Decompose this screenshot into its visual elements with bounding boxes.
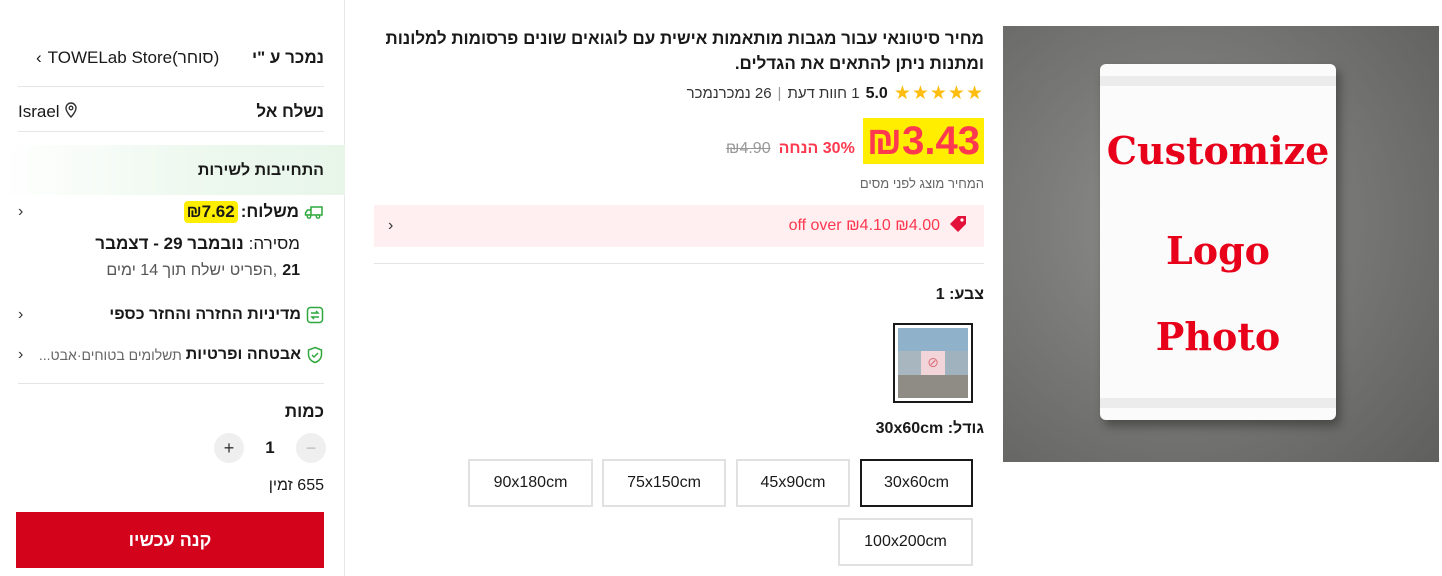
- shield-check-icon: [306, 346, 324, 364]
- image-text-photo: Photo: [1155, 314, 1281, 359]
- original-price: ₪4.90: [725, 140, 771, 157]
- color-label: צבע: 1: [935, 286, 984, 303]
- towel-image: Customize Logo Photo: [1100, 64, 1336, 420]
- image-text-customize: Customize: [1106, 128, 1330, 173]
- ship-to-row[interactable]: נשלח אל Israel: [18, 98, 324, 126]
- ship-to-location[interactable]: Israel: [18, 101, 78, 123]
- coupon-tag-icon: [948, 215, 968, 238]
- store-link[interactable]: ‹ TOWELab Store(סוחר): [36, 48, 219, 68]
- ship-to-value: Israel: [18, 102, 60, 121]
- buy-now-button[interactable]: קנה עכשיו: [16, 512, 324, 568]
- divider: [18, 131, 324, 132]
- divider: [18, 86, 324, 87]
- chevron-left-icon: ‹: [18, 306, 24, 323]
- chevron-left-icon: ‹: [18, 203, 24, 220]
- swatch-thumbnail: ⊘: [898, 328, 968, 398]
- current-price: ₪3.43: [862, 118, 984, 164]
- return-policy-label: מדיניות החזרה והחזר כספי: [109, 306, 301, 323]
- size-option[interactable]: 45x90cm: [736, 459, 850, 507]
- discount-badge: 30% הנחה: [778, 140, 855, 157]
- star-icon: ★★★★★: [893, 83, 984, 104]
- shipping-cost: ₪7.62: [183, 201, 238, 223]
- price-row: ₪3.43 30% הנחה ₪4.90: [726, 118, 984, 164]
- ships-within: ,הפריט ישלח תוך 14 ימים: [106, 262, 278, 279]
- service-commitment: התחייבות לשירות: [18, 158, 324, 184]
- reviews-link[interactable]: 1 חוות דעת: [787, 85, 859, 102]
- no-image-icon: ⊘: [921, 351, 945, 375]
- product-image[interactable]: Customize Logo Photo: [1003, 26, 1439, 462]
- increase-button[interactable]: +: [214, 433, 244, 463]
- service-commitment-title: התחייבות לשירות: [197, 162, 324, 179]
- product-info: מחיר סיטונאי עבור מגבות מותאמות אישית עם…: [374, 0, 984, 576]
- location-pin-icon: [64, 101, 78, 123]
- security-detail: תשלומים בטוחים·אבט...: [38, 347, 182, 363]
- seller-row[interactable]: נמכר ע "י ‹ TOWELab Store(סוחר): [18, 44, 324, 72]
- delivery-detail-row: 21 ,הפריט ישלח תוך 14 ימים: [18, 259, 324, 283]
- delivery-range: נובמבר 29 - דצמבר: [95, 234, 244, 253]
- delivery-row: מסירה: נובמבר 29 - דצמבר: [18, 232, 324, 256]
- color-swatch[interactable]: ⊘: [893, 323, 973, 403]
- size-option[interactable]: 30x60cm: [860, 459, 973, 507]
- shipping-row[interactable]: משלוח: ₪7.62 ‹: [18, 198, 324, 226]
- size-option[interactable]: 75x150cm: [602, 459, 726, 507]
- store-name: TOWELab Store(סוחר): [47, 48, 220, 67]
- shipping-label: משלוח:: [240, 202, 299, 221]
- ship-to-label: נשלח אל: [256, 102, 324, 121]
- security-label: אבטחה ופרטיות: [185, 346, 301, 363]
- delivery-day: 21: [282, 262, 300, 279]
- size-option[interactable]: 100x200cm: [838, 518, 973, 566]
- chevron-left-icon: ‹: [388, 217, 394, 234]
- divider: [18, 383, 324, 384]
- purchase-sidebar: נמכר ע "י ‹ TOWELab Store(סוחר) נשלח אל I…: [0, 0, 345, 576]
- decrease-button[interactable]: −: [296, 433, 326, 463]
- tax-note: המחיר מוצג לפני מסים: [859, 176, 984, 191]
- size-label: גודל: 30x60cm: [875, 420, 984, 437]
- chevron-left-icon: ‹: [36, 48, 42, 67]
- image-text-logo: Logo: [1166, 228, 1270, 273]
- towel-band: [1100, 398, 1336, 408]
- delivery-label: מסירה:: [248, 234, 300, 253]
- stock-available: 655 זמין: [268, 477, 324, 494]
- rating-row: ★★★★★ 5.0 1 חוות דעת | 26 נמכרנמכר: [687, 82, 984, 105]
- truck-icon: [304, 204, 324, 220]
- coupon-bar[interactable]: ₪4.00 off over ₪4.10 ‹: [374, 205, 984, 247]
- rating-score: 5.0: [865, 84, 888, 102]
- sold-by-label: נמכר ע "י: [251, 48, 324, 67]
- size-option[interactable]: 90x180cm: [468, 459, 593, 507]
- towel-band: [1100, 76, 1336, 86]
- return-policy-row[interactable]: מדיניות החזרה והחזר כספי ‹: [18, 302, 324, 328]
- divider: [374, 263, 984, 264]
- security-row[interactable]: אבטחה ופרטיות תשלומים בטוחים·אבט... ‹: [18, 342, 324, 368]
- rating-separator: |: [777, 85, 782, 102]
- quantity-label: כמות: [284, 402, 324, 421]
- quantity-stepper[interactable]: + 1 −: [214, 433, 326, 463]
- return-icon: [306, 306, 324, 324]
- quantity-value[interactable]: 1: [265, 438, 274, 458]
- product-title: מחיר סיטונאי עבור מגבות מותאמות אישית עם…: [385, 29, 984, 73]
- chevron-left-icon: ‹: [18, 346, 24, 363]
- coupon-text: ₪4.00 off over ₪4.10: [788, 217, 940, 234]
- sold-count: 26 נמכרנמכר: [686, 85, 772, 102]
